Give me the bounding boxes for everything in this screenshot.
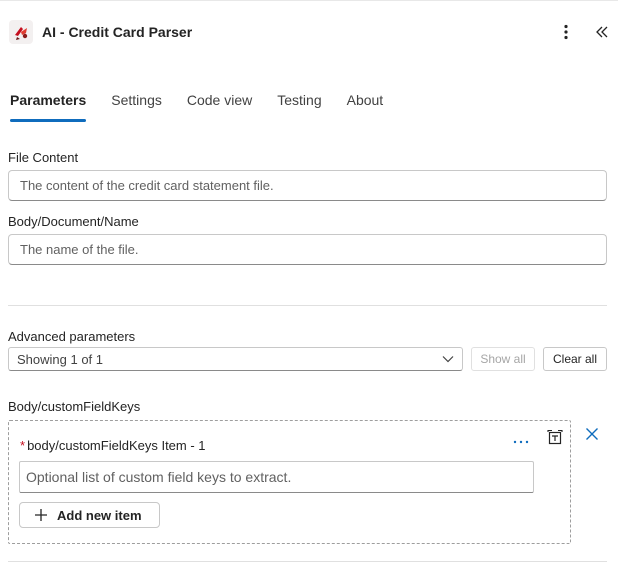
bottom-divider bbox=[8, 561, 607, 562]
tab-bar: Parameters Settings Code view Testing Ab… bbox=[10, 92, 408, 124]
tab-settings[interactable]: Settings bbox=[111, 92, 162, 122]
chevron-down-icon bbox=[442, 356, 454, 363]
file-content-input[interactable]: The content of the credit card statement… bbox=[8, 170, 607, 201]
section-divider bbox=[8, 305, 607, 306]
tab-testing[interactable]: Testing bbox=[277, 92, 321, 122]
tab-about[interactable]: About bbox=[347, 92, 384, 122]
collapse-panel-button[interactable] bbox=[592, 22, 612, 42]
panel-title: AI - Credit Card Parser bbox=[42, 24, 193, 40]
advanced-parameters-dropdown[interactable]: Showing 1 of 1 bbox=[8, 347, 463, 371]
clear-all-button[interactable]: Clear all bbox=[543, 347, 607, 371]
more-vertical-icon bbox=[564, 24, 568, 40]
ai-builder-icon bbox=[9, 20, 33, 44]
plus-icon bbox=[34, 508, 48, 522]
panel-header: AI - Credit Card Parser bbox=[0, 14, 618, 50]
remove-parameter-button[interactable] bbox=[582, 424, 602, 444]
top-border bbox=[0, 0, 618, 1]
tab-code-view[interactable]: Code view bbox=[187, 92, 252, 122]
file-content-label: File Content bbox=[8, 150, 79, 165]
show-all-button[interactable]: Show all bbox=[471, 347, 535, 371]
double-chevron-left-icon bbox=[596, 26, 608, 38]
add-new-item-button[interactable]: Add new item bbox=[19, 502, 160, 528]
dropdown-value: Showing 1 of 1 bbox=[17, 351, 104, 367]
switch-input-mode-icon bbox=[547, 429, 563, 445]
name-input[interactable]: The name of the file. bbox=[8, 234, 607, 265]
array-item-label-text: body/customFieldKeys Item - 1 bbox=[27, 438, 206, 453]
array-item-label: * body/customFieldKeys Item - 1 bbox=[20, 438, 206, 453]
tab-parameters[interactable]: Parameters bbox=[10, 92, 87, 122]
item-more-options-button[interactable] bbox=[511, 432, 531, 452]
more-horizontal-icon bbox=[513, 440, 529, 444]
array-item-container: * body/customFieldKeys Item - 1 Optional … bbox=[8, 420, 571, 544]
add-new-item-label: Add new item bbox=[57, 507, 142, 523]
more-options-button[interactable] bbox=[556, 22, 576, 42]
advanced-parameters-label: Advanced parameters bbox=[8, 329, 136, 344]
array-item-input[interactable]: Optional list of custom field keys to ex… bbox=[19, 461, 534, 493]
custom-field-keys-label: Body/customFieldKeys bbox=[8, 399, 141, 414]
name-label: Body/Document/Name bbox=[8, 214, 139, 229]
close-icon bbox=[586, 428, 598, 440]
switch-to-text-mode-button[interactable] bbox=[545, 428, 565, 448]
required-marker: * bbox=[20, 438, 26, 453]
